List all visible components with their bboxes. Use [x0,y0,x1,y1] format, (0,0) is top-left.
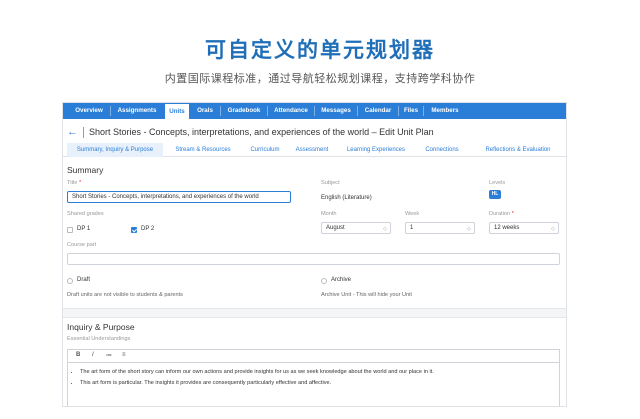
nav-tab-units[interactable]: Units [164,103,190,119]
section-divider [63,308,566,318]
list-item: This art form is particular. The insight… [80,380,434,386]
draft-label: Draft [77,277,91,283]
nav-tab-files[interactable]: Files [400,103,422,119]
hero-title: 可自定义的单元规划器 [205,38,435,62]
chevron-updown-icon: ◇ [467,226,471,232]
duration-label: Duration * [489,211,514,217]
grade-dp2-label: DP 2 [141,226,155,232]
page-header: ← Short Stories - Concepts, interpretati… [67,124,434,140]
bold-button[interactable]: B [76,352,80,358]
tab-stream-resources[interactable]: Stream & Resources [167,143,239,157]
essential-understandings-editor[interactable]: The art form of the short story can info… [67,362,560,406]
nav-tab-messages[interactable]: Messages [316,103,356,119]
tab-curriculum[interactable]: Curriculum [243,143,287,157]
course-part-input[interactable] [67,253,560,265]
bullet-list-button[interactable]: ≡ [122,352,126,358]
tab-connections[interactable]: Connections [418,143,466,157]
levels-label: Levels [489,180,506,186]
tab-assessment[interactable]: Assessment [290,143,334,157]
nav-tab-members[interactable]: Members [425,103,465,119]
duration-select[interactable]: 12 weeks ◇ [489,222,559,234]
nav-tab-overview[interactable]: Overview [69,103,109,119]
week-select[interactable]: 1 ◇ [405,222,475,234]
grade-dp1-checkbox[interactable] [67,227,73,233]
chevron-updown-icon: ◇ [551,226,555,232]
tab-reflections-evaluation[interactable]: Reflections & Evaluation [471,143,565,157]
week-label: Week [405,211,420,217]
title-input[interactable]: Short Stories - Concepts, interpretation… [67,191,291,203]
top-nav: Overview Assignments Units Orals Gradebo… [63,103,566,119]
app-window: Overview Assignments Units Orals Gradebo… [62,102,567,407]
title-label: Title * [67,180,82,186]
hero-subtitle: 内置国际课程标准，通过导航轻松规划课程，支持跨学科协作 [164,72,476,85]
month-label: Month [321,211,337,217]
nav-tab-attendance[interactable]: Attendance [269,103,313,119]
grade-dp2-checkbox[interactable] [131,227,137,233]
essential-understandings-label: Essential Understandings [67,336,131,342]
archive-label: Archive [331,277,352,283]
nav-tab-orals[interactable]: Orals [191,103,219,119]
sub-tabs: Summary, Inquiry & Purpose Stream & Reso… [63,143,566,157]
numbered-list-button[interactable]: ≔ [106,352,112,359]
subject-value: English (Literature) [321,195,372,201]
list-item: The art form of the short story can info… [80,369,434,375]
draft-checkbox[interactable] [67,278,73,284]
shared-grades-label: Shared grades [67,211,104,217]
chevron-updown-icon: ◇ [383,226,387,232]
course-part-label: Course part [67,242,97,248]
inquiry-heading: Inquiry & Purpose [67,322,135,332]
back-arrow-icon[interactable]: ← [67,126,78,138]
subject-label: Subject [321,180,340,186]
editor-toolbar: B I ≔ ≡ [67,349,560,362]
nav-tab-gradebook[interactable]: Gradebook [222,103,266,119]
month-select[interactable]: August ◇ [321,222,391,234]
level-hl-badge[interactable]: HL [489,190,501,199]
archive-checkbox[interactable] [321,278,327,284]
nav-tab-assignments[interactable]: Assignments [112,103,162,119]
italic-button[interactable]: I [92,352,94,358]
page-title: Short Stories - Concepts, interpretation… [89,127,434,137]
grade-dp1-label: DP 1 [77,226,91,232]
archive-note: Archive Unit - This will hide your Unit [321,292,412,298]
nav-tab-calendar[interactable]: Calendar [359,103,397,119]
tab-summary-inquiry-purpose[interactable]: Summary, Inquiry & Purpose [67,143,163,157]
tab-learning-experiences[interactable]: Learning Experiences [339,143,413,157]
draft-note: Draft units are not visible to students … [67,292,183,298]
summary-heading: Summary [67,165,104,175]
